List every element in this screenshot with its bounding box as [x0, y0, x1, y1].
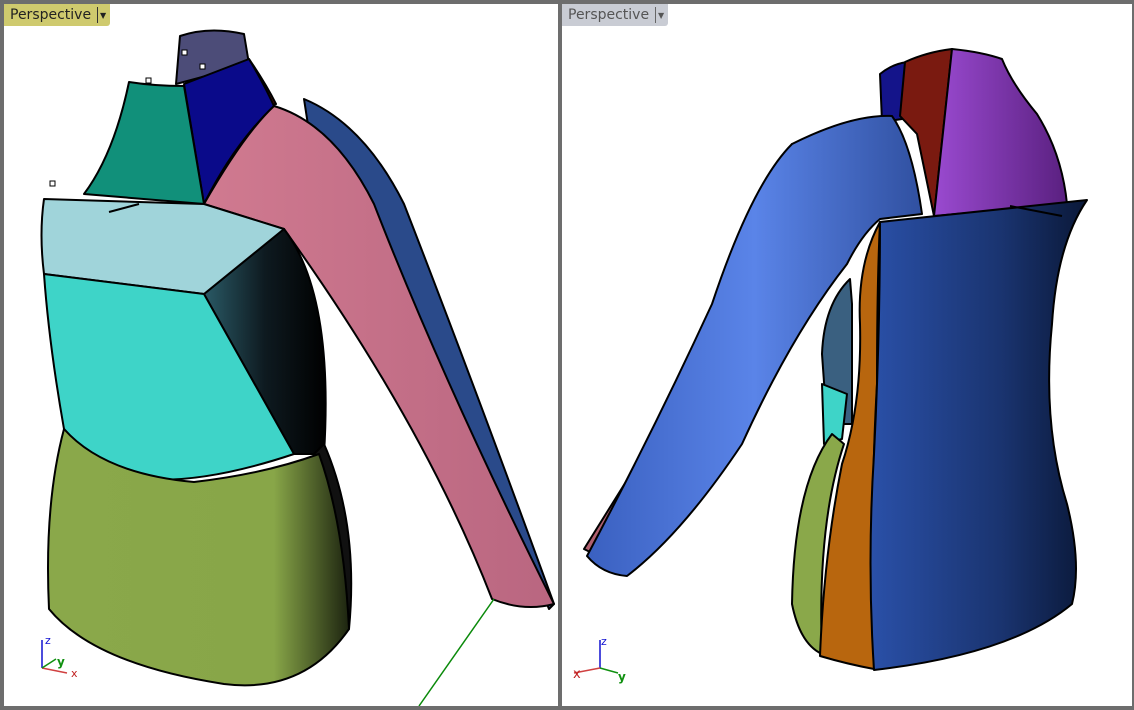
- viewport-title: Perspective: [10, 7, 92, 23]
- viewport-right[interactable]: Perspective ▼ z x y: [562, 4, 1132, 706]
- axis-x-label: x: [71, 667, 78, 680]
- axis-x-label: x: [573, 667, 581, 682]
- dropdown-arrow-icon[interactable]: ▼: [655, 7, 666, 23]
- axis-z-label: z: [601, 635, 607, 648]
- axis-z-label: z: [45, 634, 51, 647]
- front-navy: [869, 199, 1088, 671]
- dropdown-arrow-icon[interactable]: ▼: [97, 7, 108, 23]
- viewport-left[interactable]: Perspective ▼ z y x: [4, 4, 558, 706]
- model-view-right: z x y: [573, 48, 1088, 684]
- neck-purple: [933, 48, 1068, 217]
- axis-y-label: y: [618, 670, 626, 684]
- model-view-left: z y x: [40, 29, 555, 706]
- neck-teal: [83, 81, 205, 205]
- viewport-title: Perspective: [568, 7, 650, 23]
- axis-y-label: y: [57, 655, 65, 669]
- viewport-label-left[interactable]: Perspective ▼: [4, 4, 111, 26]
- viewport-label-right[interactable]: Perspective ▼: [562, 4, 669, 26]
